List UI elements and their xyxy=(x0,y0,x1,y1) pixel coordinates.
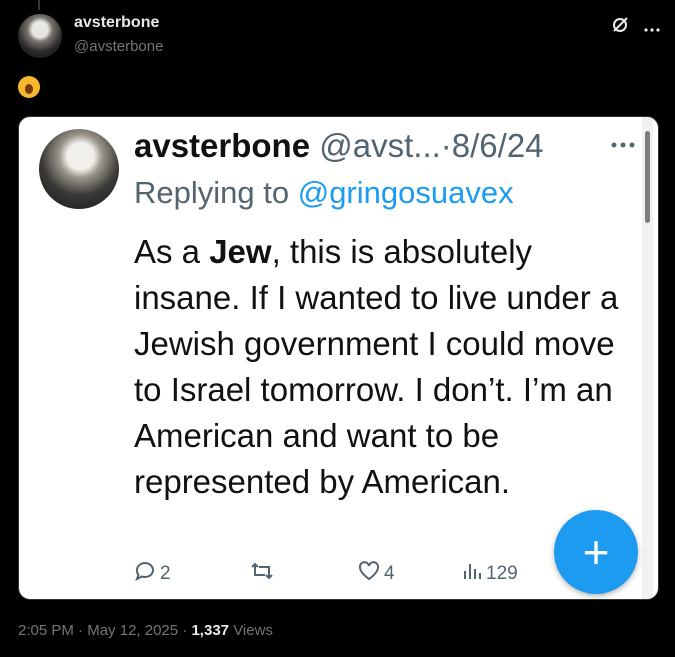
views-label: Views xyxy=(233,622,273,639)
post-actions-top xyxy=(611,16,661,37)
scrollbar xyxy=(645,131,650,223)
replying-prefix: Replying to xyxy=(134,175,290,210)
post-time[interactable]: 2:05 PM xyxy=(18,622,74,639)
quoted-retweet xyxy=(250,561,274,587)
dot-separator: · xyxy=(78,622,84,639)
avatar[interactable] xyxy=(18,14,62,58)
quoted-reply: 2 xyxy=(134,561,171,587)
quoted-avatar xyxy=(39,129,119,209)
quoted-more-icon xyxy=(610,129,636,151)
views-icon xyxy=(462,561,482,587)
replying-to: Replying to @gringosuavex xyxy=(134,175,514,211)
reply-icon xyxy=(134,561,156,587)
quoted-text-bold: Jew xyxy=(209,233,272,270)
quoted-like: 4 xyxy=(358,561,395,587)
display-name[interactable]: avsterbone xyxy=(74,14,159,32)
quoted-display-name: avsterbone xyxy=(134,127,311,164)
quoted-views: 129 xyxy=(462,561,518,587)
post-date[interactable]: May 12, 2025 xyxy=(87,622,178,639)
quoted-text-post: , this is absolutely insane. If I wanted… xyxy=(134,233,619,500)
more-icon[interactable] xyxy=(643,18,661,36)
quoted-text: As a Jew, this is absolutely insane. If … xyxy=(134,229,634,505)
heart-icon xyxy=(358,561,380,587)
compose-fab-button: + xyxy=(554,510,638,594)
quoted-like-count: 4 xyxy=(384,563,395,584)
quoted-views-count: 129 xyxy=(486,563,518,584)
dot-separator: · xyxy=(182,622,188,639)
quoted-date: 8/6/24 xyxy=(451,127,544,164)
grok-icon[interactable] xyxy=(611,16,629,37)
post-meta: 2:05 PM · May 12, 2025 · 1,337 Views xyxy=(18,622,273,639)
quoted-handle: @avst... xyxy=(319,127,441,164)
handle[interactable]: @avsterbone xyxy=(74,38,163,55)
quoted-separator: · xyxy=(440,127,452,164)
quoted-tweet-image[interactable]: avsterbone @avst...·8/6/24 Replying to @… xyxy=(18,116,659,600)
quoted-header: avsterbone @avst...·8/6/24 xyxy=(134,127,544,165)
thread-line xyxy=(38,0,40,10)
yawning-face-emoji xyxy=(18,76,40,98)
quoted-text-pre: As a xyxy=(134,233,210,270)
views-count: 1,337 xyxy=(191,622,230,639)
retweet-icon xyxy=(250,561,274,587)
quoted-reply-count: 2 xyxy=(160,563,171,584)
replying-to-handle: @gringosuavex xyxy=(297,175,514,210)
